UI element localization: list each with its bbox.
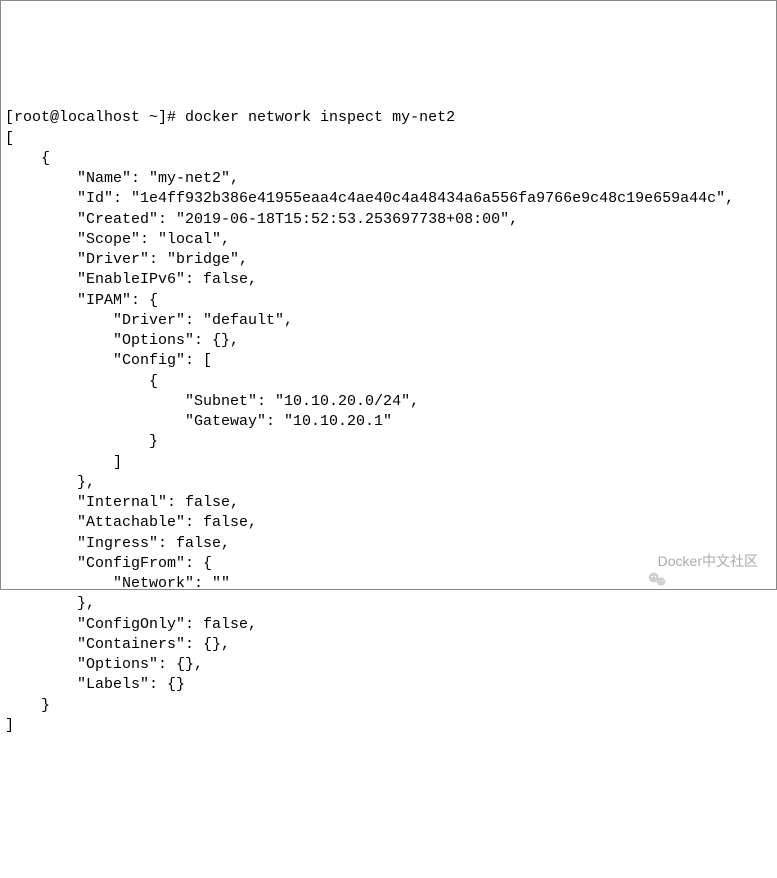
ipam-close: },	[5, 474, 95, 491]
enableipv6-line: "EnableIPv6": false,	[5, 271, 257, 288]
name-line: "Name": "my-net2",	[5, 170, 239, 187]
scope-line: "Scope": "local",	[5, 231, 230, 248]
configfrom-network-line: "Network": ""	[5, 575, 230, 592]
terminal-output: [root@localhost ~]# docker network inspe…	[5, 88, 772, 736]
wechat-icon	[632, 551, 652, 571]
internal-line: "Internal": false,	[5, 494, 239, 511]
created-line: "Created": "2019-06-18T15:52:53.25369773…	[5, 211, 518, 228]
subnet-line: "Subnet": "10.10.20.0/24",	[5, 393, 419, 410]
configonly-line: "ConfigOnly": false,	[5, 616, 257, 633]
labels-line: "Labels": {}	[5, 676, 185, 693]
prompt-line: [root@localhost ~]# docker network inspe…	[5, 109, 455, 126]
gateway-line: "Gateway": "10.10.20.1"	[5, 413, 392, 430]
ipam-config-open: {	[5, 373, 158, 390]
attachable-line: "Attachable": false,	[5, 514, 257, 531]
ipam-options-line: "Options": {},	[5, 332, 239, 349]
json-close-brace: }	[5, 697, 50, 714]
options-line: "Options": {},	[5, 656, 203, 673]
ipam-config-close: }	[5, 433, 158, 450]
ipam-driver-line: "Driver": "default",	[5, 312, 293, 329]
driver-line: "Driver": "bridge",	[5, 251, 248, 268]
ingress-line: "Ingress": false,	[5, 535, 230, 552]
containers-line: "Containers": {},	[5, 636, 230, 653]
configfrom-close: },	[5, 595, 95, 612]
ipam-config-arr-close: ]	[5, 454, 122, 471]
json-close-bracket: ]	[5, 717, 14, 734]
json-open-bracket: [	[5, 130, 14, 147]
watermark-text: Docker中文社区	[658, 552, 758, 571]
configfrom-line: "ConfigFrom": {	[5, 555, 212, 572]
ipam-config-line: "Config": [	[5, 352, 212, 369]
json-open-brace: {	[5, 150, 50, 167]
ipam-line: "IPAM": {	[5, 292, 158, 309]
watermark: Docker中文社区	[632, 551, 758, 571]
id-line: "Id": "1e4ff932b386e41955eaa4c4ae40c4a48…	[5, 190, 734, 207]
